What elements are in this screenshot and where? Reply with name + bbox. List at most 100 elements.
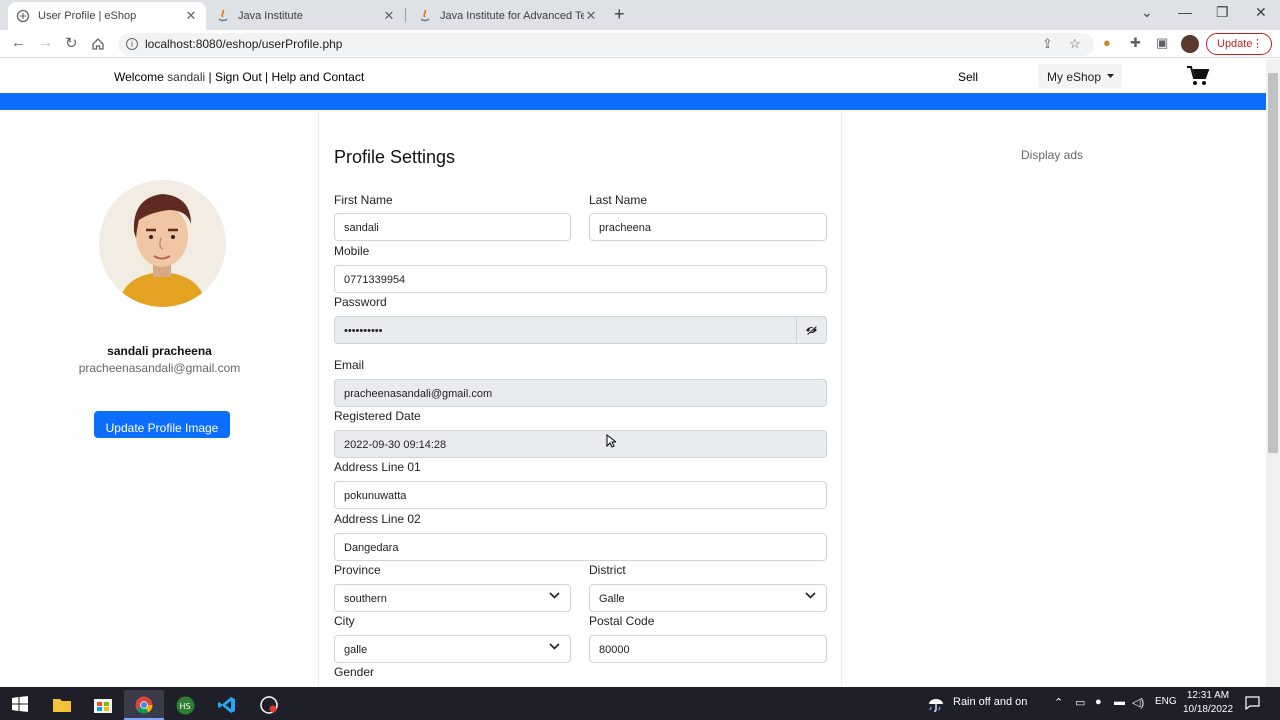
battery-icon[interactable]: ▬ [1114,696,1125,708]
tray-chevron-up-icon[interactable]: ⌃ [1054,696,1063,709]
close-tab-icon[interactable]: ✕ [184,8,198,24]
first-name-label: First Name [334,193,393,207]
update-label: Update [1217,38,1253,50]
eye-slash-icon [806,325,817,335]
vscode-icon [218,697,235,713]
home-icon[interactable] [91,37,105,51]
chevron-down-icon [549,592,560,599]
scrollbar-thumb[interactable] [1268,73,1278,453]
page-scrollbar[interactable] [1266,59,1280,687]
profile-full-name: sandali pracheena [107,344,212,358]
postal-code-input[interactable]: 80000 [589,635,827,663]
mobile-input[interactable]: 0771339954 [334,265,827,293]
province-select[interactable]: southern [334,584,571,612]
last-name-input[interactable]: pracheena [589,213,827,241]
tray-meet-icon[interactable]: ▭ [1075,696,1085,709]
help-contact-link[interactable]: Help and Contact [271,70,364,84]
maximize-icon[interactable]: ❐ [1216,4,1229,21]
weather-rain-icon[interactable] [927,694,945,712]
taskbar-store[interactable] [83,690,123,720]
update-profile-image-button[interactable]: Update Profile Image [94,411,230,438]
java-favicon-icon [218,9,228,22]
show-password-button[interactable] [796,316,827,344]
taskbar-chrome[interactable] [124,690,164,720]
tab-title: Java Institute [238,10,303,22]
back-arrow-icon[interactable]: ← [11,34,26,51]
share-icon[interactable]: ⇪ [1042,36,1053,52]
profile-email: pracheenasandali@gmail.com [78,361,241,375]
my-eshop-label: My eShop [1047,70,1102,84]
district-select[interactable]: Galle [589,584,827,612]
browser-toolbar: ← → ↻ i localhost:8080/eshop/userProfile… [0,30,1280,58]
taskbar-file-explorer[interactable] [42,690,82,720]
tab-title: Java Institute for Advanced Techno [440,10,584,22]
volume-icon[interactable]: ◁) [1132,696,1144,709]
extensions-puzzle-icon[interactable]: ✚ [1130,35,1141,51]
profile-image [99,180,226,307]
district-label: District [589,563,626,577]
tab-separator [405,8,406,22]
close-tab-icon[interactable]: ✕ [382,8,396,24]
chrome-update-button[interactable]: Update ⋮ [1206,33,1272,55]
weather-text[interactable]: Rain off and on [953,696,1027,708]
password-input[interactable]: •••••••••• [334,316,797,344]
taskbar-vscode[interactable] [207,690,247,720]
registered-date-label: Registered Date [334,409,421,423]
minimize-icon[interactable]: — [1178,4,1192,20]
browser-tabbar: User Profile | eShop ✕ Java Institute ✕ … [0,0,1280,30]
header-blue-bar [0,93,1266,110]
taskbar-hs-app[interactable]: HS [166,690,206,720]
mouse-cursor-icon [606,434,616,448]
mobile-label: Mobile [334,244,370,258]
password-label: Password [334,295,387,309]
city-select[interactable]: galle [334,635,571,663]
side-panel-icon[interactable]: ▣ [1156,35,1168,51]
address-line-2-input[interactable]: Dangedara [334,533,827,561]
email-label: Email [334,358,365,372]
sell-link[interactable]: Sell [958,70,978,84]
tab-java-institute-advanced[interactable]: Java Institute for Advanced Techno ✕ [410,2,606,30]
close-tab-icon[interactable]: ✕ [584,8,598,24]
address-line-1-input[interactable]: pokunuwatta [334,481,827,509]
chrome-icon [135,696,153,714]
close-window-icon[interactable]: ✕ [1255,4,1267,21]
welcome-text: Welcome sandali | Sign Out | Help and Co… [114,70,364,84]
forward-arrow-icon[interactable]: → [38,34,53,51]
last-name-label: Last Name [589,193,648,207]
tab-title: User Profile | eShop [38,10,137,22]
first-name-input[interactable]: sandali [334,213,571,241]
cart-icon[interactable] [1186,65,1210,87]
profile-avatar-icon[interactable] [1181,35,1199,53]
taskbar-recorder[interactable] [249,690,289,720]
new-tab-icon[interactable]: + [614,4,625,25]
notification-icon[interactable] [1245,696,1260,710]
clock-date: 10/18/2022 [1182,704,1234,715]
tab-search-chevron-icon[interactable]: ⌄ [1141,4,1153,21]
address-bar[interactable]: i localhost:8080/eshop/userProfile.php ⇪… [118,33,1094,56]
tab-java-institute[interactable]: Java Institute ✕ [208,2,404,30]
windows-start-icon[interactable] [12,696,28,712]
bookmark-star-icon[interactable]: ☆ [1069,36,1081,52]
city-label: City [334,614,355,628]
my-eshop-dropdown[interactable]: My eShop [1038,64,1122,88]
site-info-icon[interactable]: i [126,38,138,50]
reload-icon[interactable]: ↻ [65,34,78,52]
system-clock[interactable]: 12:31 AM 10/18/2022 [1180,689,1236,717]
microphone-icon[interactable]: ● [1095,696,1102,708]
registered-date-input[interactable]: 2022-09-30 09:14:28 [334,430,827,458]
sign-out-link[interactable]: Sign Out [215,70,262,84]
page-title: Profile Settings [334,147,456,167]
user-avatar-icon [119,194,206,307]
cookie-extension-icon[interactable]: ● [1103,35,1111,50]
province-selected-value: southern [344,593,387,605]
java-favicon-icon [420,9,430,22]
chevron-down-icon [805,592,816,599]
language-indicator[interactable]: ENG [1155,696,1177,707]
postal-code-label: Postal Code [589,614,655,628]
email-input[interactable]: pracheenasandali@gmail.com [334,379,827,407]
caret-down-icon [1107,74,1114,78]
district-selected-value: Galle [599,593,625,605]
profile-sidebar: sandali pracheena pracheenasandali@gmail… [0,110,319,687]
tab-user-profile[interactable]: User Profile | eShop ✕ [8,2,206,30]
separator: | [261,70,272,84]
